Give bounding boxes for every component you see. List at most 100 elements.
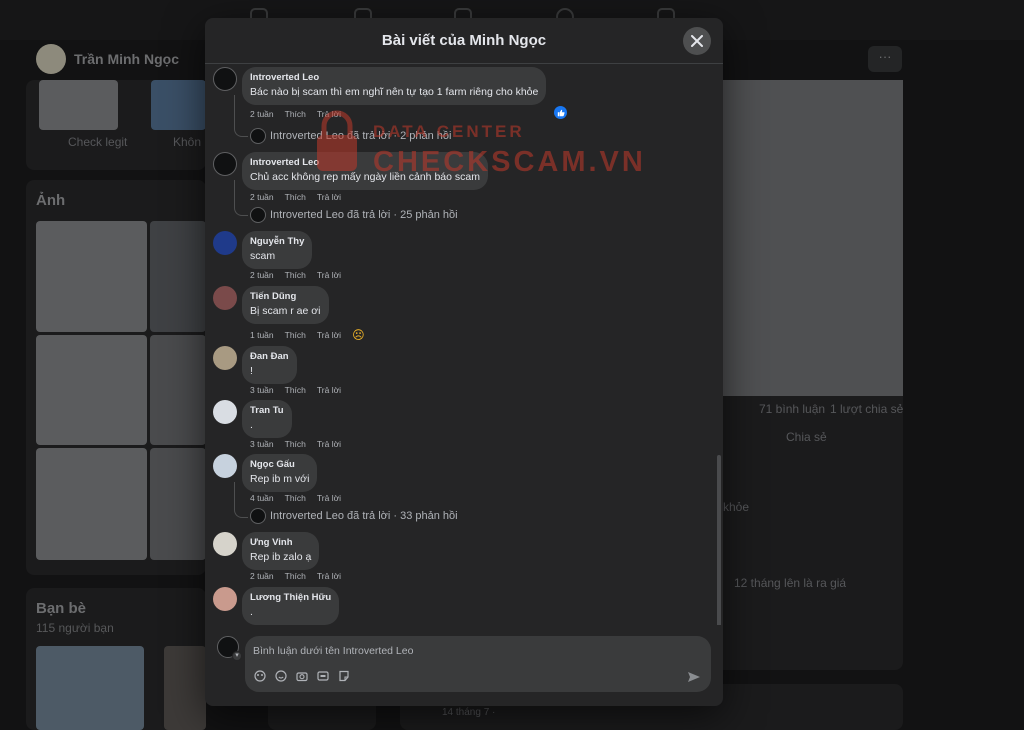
comment-author[interactable]: Introverted Leo xyxy=(250,72,538,84)
comment-text: Bác nào bị scam thì em nghĩ nên tự tạo 1… xyxy=(250,86,539,98)
comment-time[interactable]: 2 tuần xyxy=(250,270,274,280)
photo-thumb xyxy=(36,335,147,445)
comments-list[interactable]: Introverted Leo Bác nào bị scam thì em n… xyxy=(205,65,723,625)
replies-summary: Introverted Leo đã trả lời · 33 phản hồi xyxy=(270,510,458,522)
sticker-icon[interactable] xyxy=(338,670,350,682)
comment-composer xyxy=(245,636,711,692)
reply-button[interactable]: Trả lời xyxy=(317,439,341,449)
like-button[interactable]: Thích xyxy=(285,493,306,503)
photo-thumb xyxy=(36,448,147,560)
photo-thumb xyxy=(36,221,147,332)
comment-item: Đan Đan ! 3 tuần Thích Trả lời xyxy=(213,346,693,398)
avatar[interactable] xyxy=(213,231,237,255)
comment-bubble: Lương Thiện Hữu . xyxy=(242,587,340,625)
comment-time[interactable]: 2 tuần xyxy=(250,109,274,119)
comment-time[interactable]: 4 tuần xyxy=(250,493,274,503)
like-button[interactable]: Thích xyxy=(285,571,306,581)
comment-actions: 2 tuần Thích Trả lời xyxy=(250,192,341,202)
like-button[interactable]: Thích xyxy=(285,270,306,280)
highlights-card: Check legit Khôn xyxy=(26,80,206,170)
comment-time[interactable]: 3 tuần xyxy=(250,439,274,449)
avatar xyxy=(250,508,266,524)
comment-author[interactable]: Lương Thiện Hữu xyxy=(250,592,331,604)
reply-thread-line xyxy=(234,482,248,518)
avatar-sticker-icon[interactable] xyxy=(254,670,266,682)
avatar[interactable] xyxy=(213,286,237,310)
emoji-icon[interactable] xyxy=(275,670,287,682)
avatar[interactable] xyxy=(213,454,237,478)
profile-avatar xyxy=(36,44,66,74)
comment-input[interactable] xyxy=(253,645,673,657)
comment-text: Chủ acc không rep mấy ngày liền cảnh báo… xyxy=(250,171,480,183)
avatar[interactable] xyxy=(213,346,237,370)
comment-author[interactable]: Nguyễn Thy xyxy=(250,236,304,248)
gif-icon[interactable] xyxy=(317,670,329,682)
highlight-thumb xyxy=(151,80,206,130)
reply-button[interactable]: Trả lời xyxy=(317,385,341,395)
comment-author[interactable]: Ngọc Gấu xyxy=(250,459,309,471)
profile-header: Trần Minh Ngọc xyxy=(36,44,179,74)
comment-actions: 1 tuần Thích Trả lời ☹ xyxy=(250,328,365,342)
comment-author[interactable]: Tiến Dũng xyxy=(250,291,321,303)
scrollbar[interactable] xyxy=(717,455,721,625)
close-icon xyxy=(691,35,703,47)
view-replies-link[interactable]: Introverted Leo đã trả lời · 33 phản hồi xyxy=(250,508,458,524)
view-replies-link[interactable]: Introverted Leo đã trả lời · 25 phản hồi xyxy=(250,207,458,223)
comments-count: 71 bình luận xyxy=(759,402,826,416)
photo-thumb xyxy=(150,448,206,560)
sad-reaction-icon[interactable]: ☹ xyxy=(352,328,365,342)
comment-text: . xyxy=(250,606,253,618)
friends-card: Bạn bè 115 người bạn xyxy=(26,588,206,730)
avatar[interactable] xyxy=(213,587,237,611)
like-button[interactable]: Thích xyxy=(285,439,306,449)
like-button[interactable]: Thích xyxy=(285,385,306,395)
reply-button[interactable]: Trả lời xyxy=(317,571,341,581)
comment-actions: 2 tuần Thích Trả lời xyxy=(250,571,341,581)
reply-button[interactable]: Trả lời xyxy=(317,493,341,503)
highlight-thumb xyxy=(39,80,118,130)
avatar[interactable] xyxy=(213,67,237,91)
send-icon[interactable] xyxy=(687,670,701,684)
comment-time[interactable]: 1 tuần xyxy=(250,330,274,340)
reply-button[interactable]: Trả lời xyxy=(317,270,341,280)
comment-item: Tran Tu . 3 tuần Thích Trả lời xyxy=(213,400,693,452)
comment-time[interactable]: 3 tuần xyxy=(250,385,274,395)
comment-time[interactable]: 2 tuần xyxy=(250,571,274,581)
comment-author[interactable]: Ưng Vinh xyxy=(250,537,311,549)
close-button[interactable] xyxy=(683,27,711,55)
view-replies-link[interactable]: Introverted Leo đã trả lời · 2 phản hồi xyxy=(250,128,452,144)
profile-name: Trần Minh Ngọc xyxy=(74,51,179,67)
like-button[interactable]: Thích xyxy=(285,192,306,202)
comment-author[interactable]: Tran Tu xyxy=(250,405,284,417)
post-time: 14 tháng 7 · xyxy=(442,707,496,718)
avatar[interactable] xyxy=(213,400,237,424)
comment-item: Lương Thiện Hữu . xyxy=(213,587,693,625)
comment-author[interactable]: Introverted Leo xyxy=(250,157,480,169)
photo-thumb xyxy=(150,221,206,332)
reply-thread-line xyxy=(234,180,248,216)
chevron-down-icon[interactable]: ▾ xyxy=(232,651,242,661)
share-button: Chia sẻ xyxy=(786,430,827,444)
friends-title: Bạn bè xyxy=(36,600,87,617)
comment-bubble: Nguyễn Thy scam xyxy=(242,231,313,269)
avatar[interactable] xyxy=(213,532,237,556)
like-reaction-icon[interactable] xyxy=(554,106,567,119)
comment-time[interactable]: 2 tuần xyxy=(250,192,274,202)
camera-icon[interactable] xyxy=(296,670,308,682)
photos-title: Ảnh xyxy=(36,192,66,209)
comment-actions: 2 tuần Thích Trả lời xyxy=(250,109,341,119)
comment-text: . xyxy=(250,419,253,431)
modal-title: Bài viết của Minh Ngọc xyxy=(381,32,547,49)
avatar[interactable] xyxy=(213,152,237,176)
reply-button[interactable]: Trả lời xyxy=(317,330,341,340)
reply-button[interactable]: Trả lời xyxy=(317,109,341,119)
reply-button[interactable]: Trả lời xyxy=(317,192,341,202)
avatar xyxy=(250,128,266,144)
like-button[interactable]: Thích xyxy=(285,330,306,340)
comment-item: Introverted Leo Bác nào bị scam thì em n… xyxy=(213,67,693,147)
like-button[interactable]: Thích xyxy=(285,109,306,119)
comment-author[interactable]: Đan Đan xyxy=(250,351,289,363)
post-modal: Bài viết của Minh Ngọc Introverted Leo B… xyxy=(205,18,723,706)
photos-card: Ảnh xyxy=(26,180,206,575)
comment-actions: 2 tuần Thích Trả lời xyxy=(250,270,341,280)
